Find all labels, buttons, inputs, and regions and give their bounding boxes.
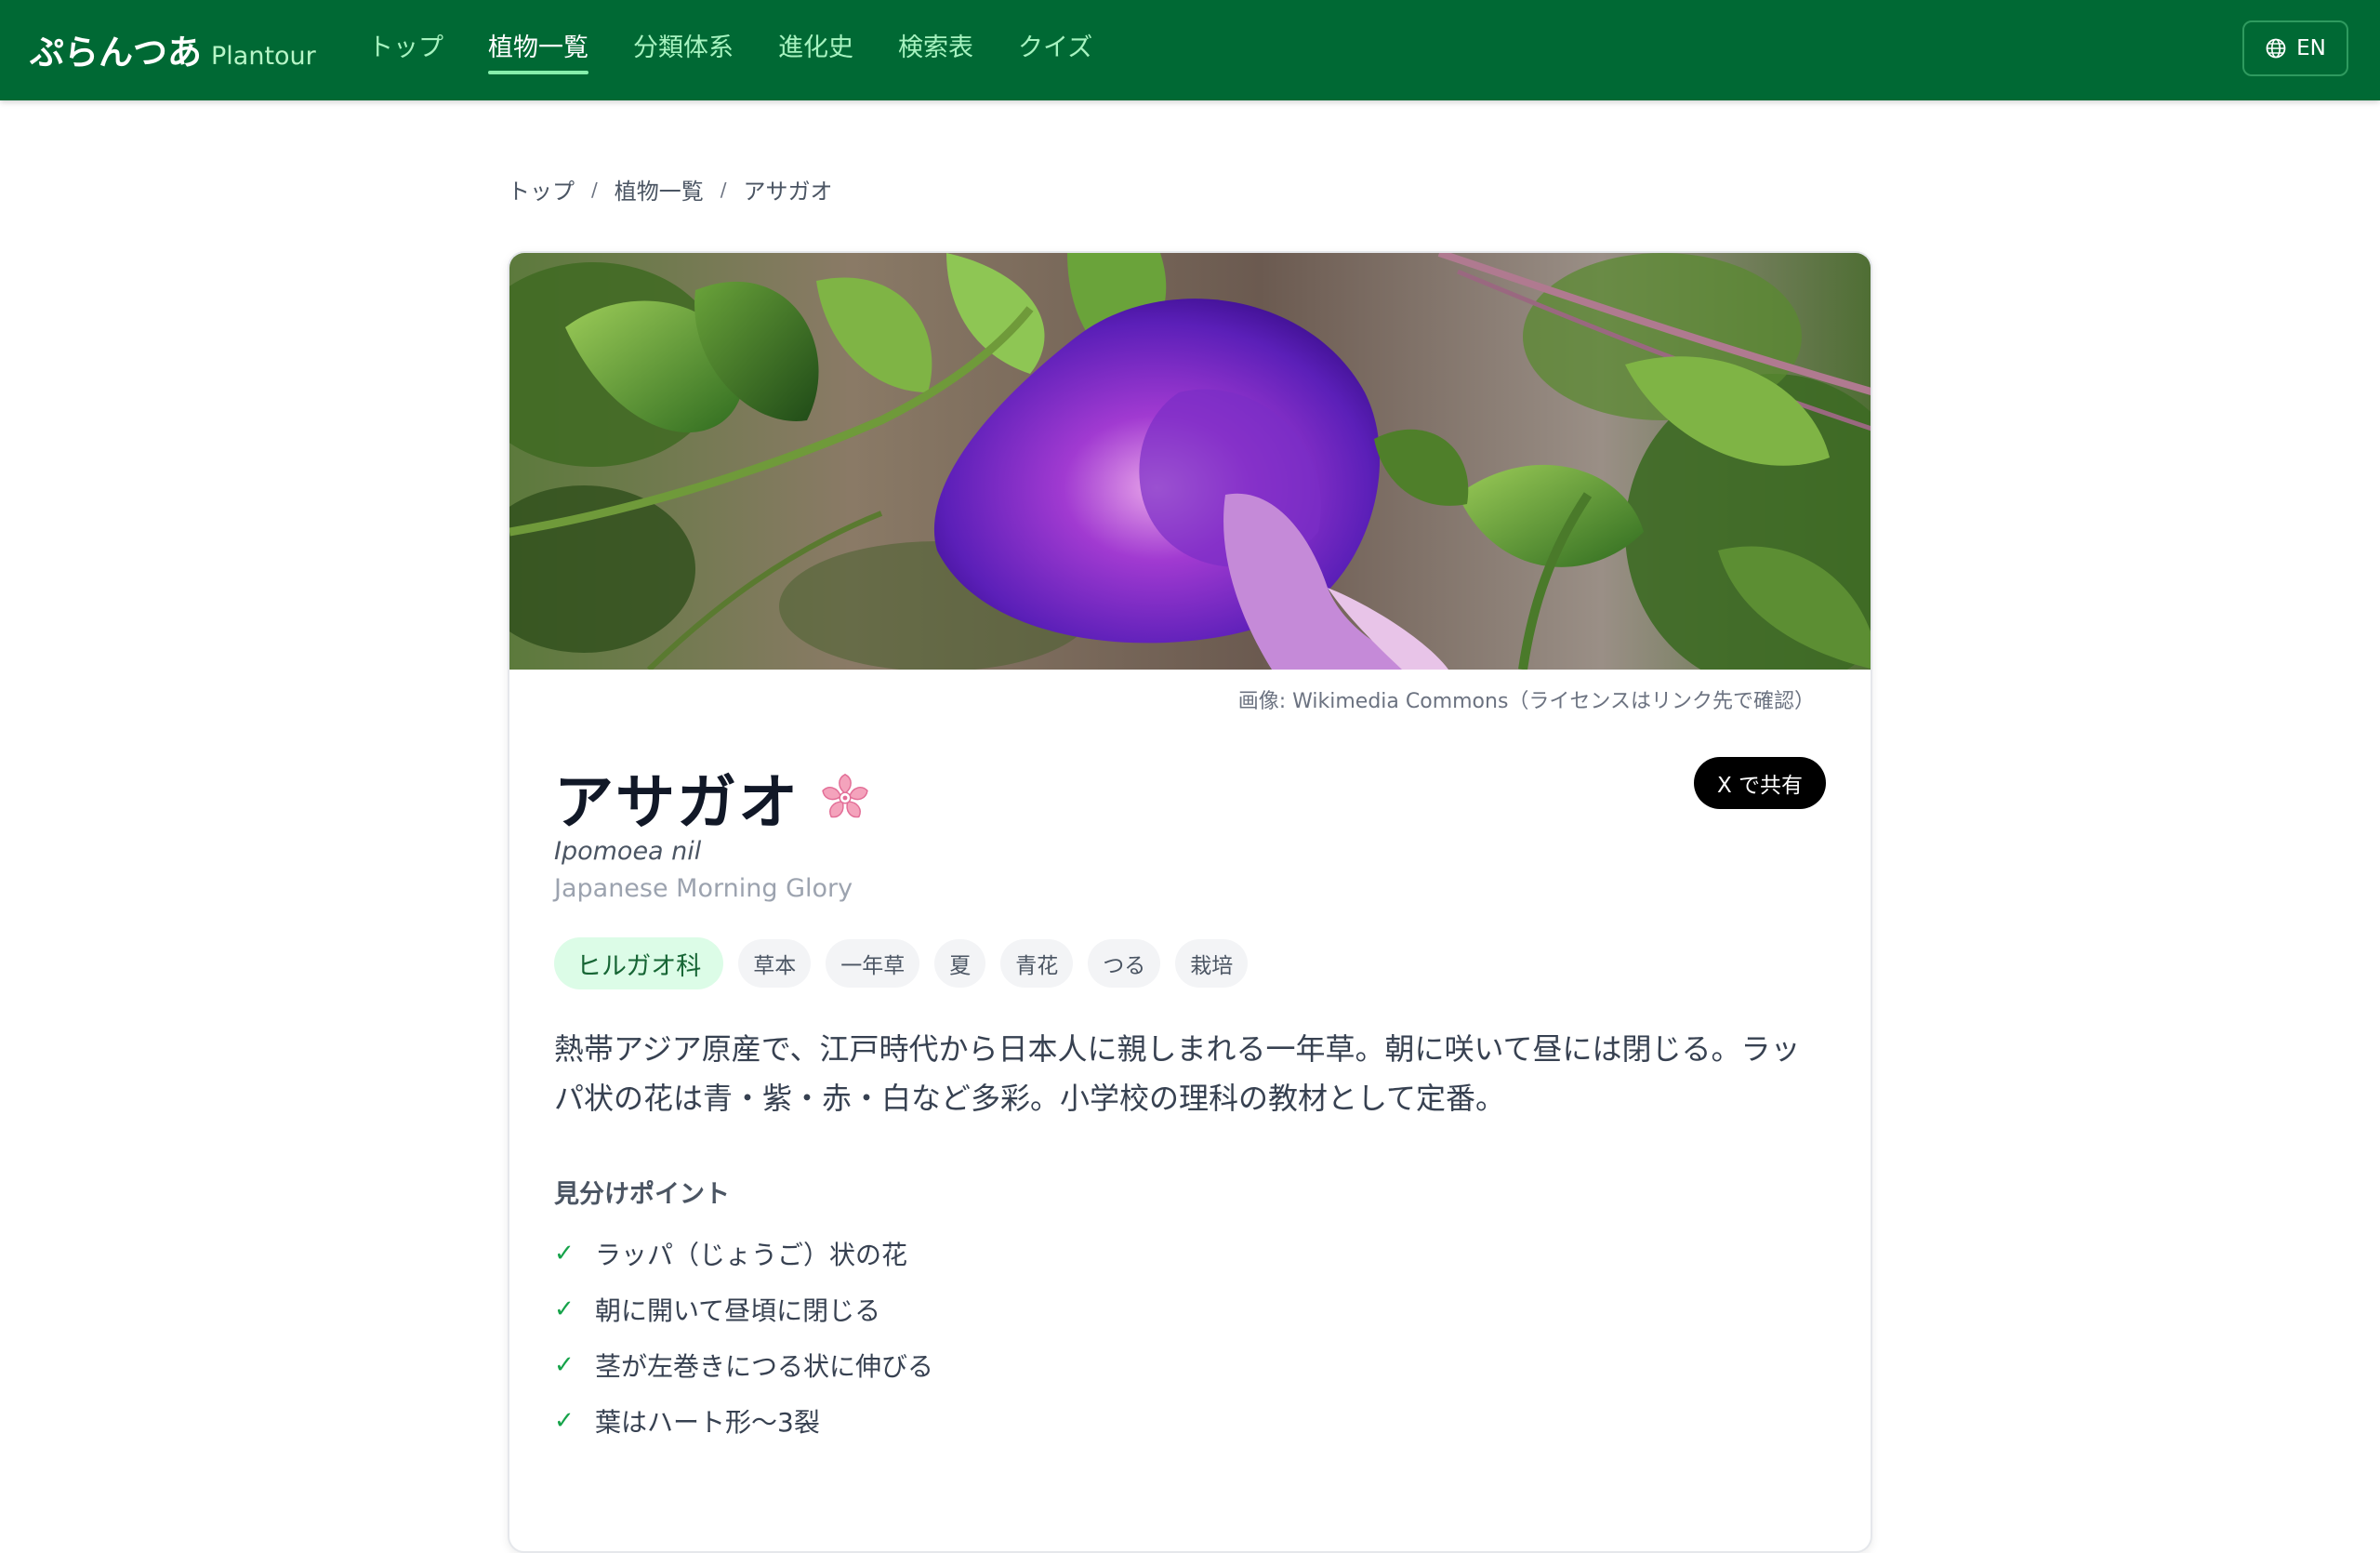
- share-on-x-button[interactable]: X で共有: [1694, 757, 1826, 809]
- tag-summer[interactable]: 夏: [934, 939, 986, 988]
- tag-list: ヒルガオ科 草本 一年草 夏 青花 つる 栽培: [554, 937, 1263, 989]
- check-icon: ✓: [554, 1351, 575, 1379]
- breadcrumb: トップ / 植物一覧 / アサガオ: [508, 173, 833, 206]
- language-label: EN: [2296, 36, 2326, 60]
- list-item: ✓ 葉はハート形〜3裂: [554, 1393, 933, 1449]
- list-item: ✓ 朝に開いて昼頃に閉じる: [554, 1281, 933, 1337]
- plant-detail-card: 画像: Wikimedia Commons（ライセンスはリンク先で確認） アサガ…: [508, 251, 1872, 1553]
- english-name: Japanese Morning Glory: [554, 874, 853, 903]
- language-toggle-button[interactable]: EN: [2242, 20, 2348, 76]
- tag-annual[interactable]: 一年草: [826, 939, 920, 988]
- top-nav-bar: ぷらんつあ Plantour トップ 植物一覧 分類体系 進化史 検索表 クイズ…: [0, 0, 2380, 100]
- breadcrumb-separator: /: [591, 178, 598, 201]
- family-tag[interactable]: ヒルガオ科: [554, 937, 724, 989]
- breadcrumb-plant-list-link[interactable]: 植物一覧: [615, 173, 704, 206]
- identification-points-title: 見分けポイント: [554, 1180, 730, 1209]
- brand-name-jp: ぷらんつあ: [30, 33, 202, 73]
- identification-points-list: ✓ ラッパ（じょうご）状の花 ✓ 朝に開いて昼頃に閉じる ✓ 茎が左巻きにつる状…: [554, 1226, 933, 1449]
- main-nav: トップ 植物一覧 分類体系 進化史 検索表 クイズ: [368, 28, 1137, 74]
- plant-name: アサガオ: [554, 769, 800, 838]
- plant-hero-image: [509, 253, 1871, 670]
- image-credit: 画像: Wikimedia Commons（ライセンスはリンク先で確認）: [1237, 690, 1815, 713]
- point-text: ラッパ（じょうご）状の花: [595, 1240, 908, 1270]
- breadcrumb-current: アサガオ: [743, 179, 833, 205]
- brand-name-en: Plantour: [211, 42, 316, 71]
- plant-description: 熱帯アジア原産で、江戸時代から日本人に親しまれる一年草。朝に咲いて昼には閉じる。…: [554, 1031, 1801, 1116]
- tag-cultivated[interactable]: 栽培: [1175, 939, 1249, 988]
- nav-item-evolution[interactable]: 進化史: [778, 28, 853, 69]
- nav-item-quiz[interactable]: クイズ: [1018, 28, 1092, 69]
- nav-item-plant-list[interactable]: 植物一覧: [488, 28, 588, 74]
- list-item: ✓ ラッパ（じょうご）状の花: [554, 1226, 933, 1281]
- globe-icon: [2266, 38, 2286, 59]
- check-icon: ✓: [554, 1407, 575, 1435]
- point-text: 葉はハート形〜3裂: [595, 1407, 820, 1438]
- title-row: アサガオ: [554, 755, 874, 841]
- tag-vine[interactable]: つる: [1088, 939, 1161, 988]
- nav-item-taxonomy[interactable]: 分類体系: [633, 28, 734, 69]
- breadcrumb-separator: /: [720, 178, 727, 201]
- check-icon: ✓: [554, 1240, 575, 1268]
- point-text: 朝に開いて昼頃に閉じる: [595, 1295, 881, 1326]
- list-item: ✓ 茎が左巻きにつる状に伸びる: [554, 1337, 933, 1393]
- tag-herb[interactable]: 草本: [738, 939, 812, 988]
- breadcrumb-top-link[interactable]: トップ: [508, 173, 575, 206]
- tag-blue-flower[interactable]: 青花: [1000, 939, 1074, 988]
- brand-logo[interactable]: ぷらんつあ Plantour: [30, 24, 316, 76]
- check-icon: ✓: [554, 1295, 575, 1323]
- cherry-blossom-icon: [822, 773, 868, 818]
- nav-item-top[interactable]: トップ: [368, 28, 443, 69]
- point-text: 茎が左巻きにつる状に伸びる: [595, 1351, 934, 1382]
- scientific-name: Ipomoea nil: [554, 837, 702, 866]
- nav-item-key[interactable]: 検索表: [898, 28, 973, 69]
